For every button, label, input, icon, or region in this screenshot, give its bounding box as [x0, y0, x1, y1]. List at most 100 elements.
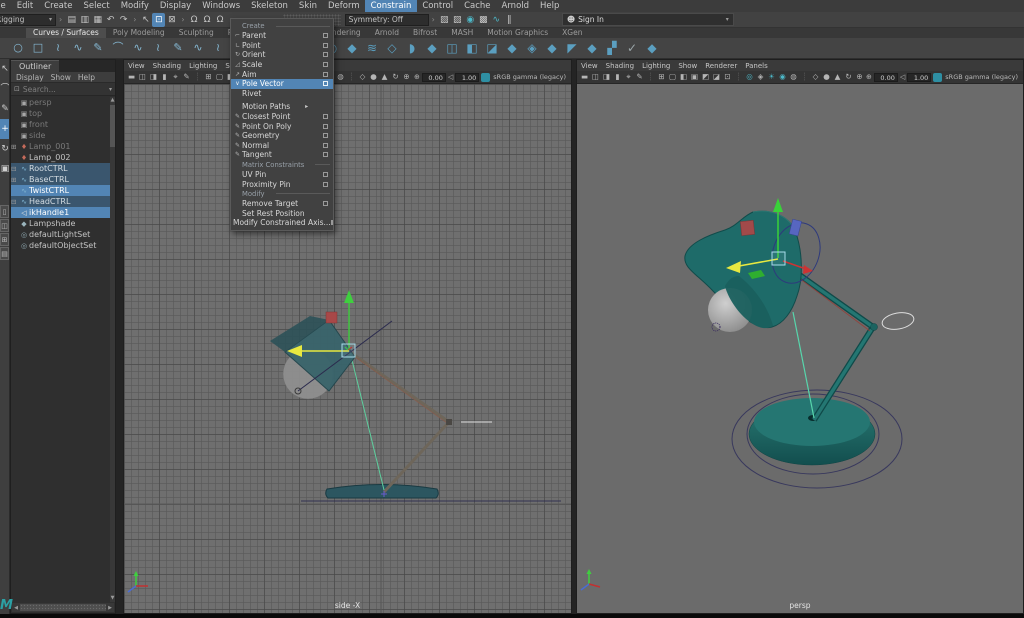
multisample-aa-icon[interactable]: ●	[368, 72, 379, 82]
arc-tool-icon[interactable]: ⌒	[108, 38, 128, 58]
depth-of-field-icon[interactable]: ▲	[379, 72, 390, 82]
option-box[interactable]	[323, 182, 328, 187]
trim-icon[interactable]: ◤	[562, 38, 582, 58]
constrain-menu-item[interactable]: ✎ Tangent	[231, 150, 333, 160]
exposure-field[interactable]: 0.00	[874, 73, 898, 82]
constrain-menu-item[interactable]: Set Rest Position	[231, 209, 333, 219]
constrain-menu-item[interactable]: ✎ Geometry	[231, 131, 333, 141]
lamp-arm[interactable]	[350, 352, 452, 492]
nurbs-plane-icon[interactable]: ≋	[362, 38, 382, 58]
viewport-menu-item[interactable]: Shading	[153, 62, 181, 70]
option-box[interactable]	[323, 104, 328, 109]
2d-pan-zoom-icon[interactable]: ✎	[634, 72, 645, 82]
constrain-menu-item[interactable]: ✎ Point On Poly	[231, 121, 333, 131]
viewport-canvas-persp[interactable]	[577, 84, 1023, 613]
pause-icon[interactable]: ‖	[503, 13, 516, 27]
save-scene-icon[interactable]: ▦	[91, 13, 104, 27]
option-box[interactable]	[323, 201, 328, 206]
grid-toggle-icon[interactable]: ⊞	[203, 72, 214, 82]
snap-to-grid-icon[interactable]: Ω	[188, 13, 201, 27]
option-box[interactable]	[323, 43, 328, 48]
constrain-menu-item[interactable]: ∟ Point	[231, 41, 333, 51]
shelf-tab[interactable]: Motion Graphics	[480, 28, 555, 38]
image-plane-icon[interactable]: ⌖	[170, 72, 181, 82]
option-box[interactable]	[323, 33, 328, 38]
film-gate-icon[interactable]: ▢	[667, 72, 678, 82]
move-tool-icon[interactable]: +	[0, 119, 10, 139]
bookmark-icon[interactable]: ▮	[159, 72, 170, 82]
viewport-menu-item[interactable]: Show	[678, 62, 697, 70]
option-box[interactable]	[323, 152, 328, 157]
lasso-tool-icon[interactable]: ⌒	[0, 79, 10, 99]
open-scene-icon[interactable]: ▥	[78, 13, 91, 27]
shelf-tab[interactable]: Sculpting	[172, 28, 221, 38]
constrain-menu-item[interactable]: Proximity Pin	[231, 179, 333, 189]
outliner-tab[interactable]: Outliner	[11, 60, 59, 72]
select-by-object-icon[interactable]: ⊡	[152, 13, 165, 27]
color-managed-icon[interactable]	[481, 73, 490, 82]
gamma-field[interactable]: 1.00	[907, 73, 931, 82]
intersect-icon[interactable]: ▞	[602, 38, 622, 58]
constrain-menu-item[interactable]: Remove Target	[231, 199, 333, 209]
option-box[interactable]	[323, 133, 328, 138]
shelf-tab[interactable]: MASH	[444, 28, 480, 38]
film-gate-icon[interactable]: ▢	[214, 72, 225, 82]
scale-tool-icon[interactable]: ▣	[0, 159, 10, 179]
option-box[interactable]	[323, 124, 328, 129]
manipulator-y-axis[interactable]	[773, 198, 783, 212]
option-box[interactable]	[323, 211, 328, 216]
field-chart-icon[interactable]: ◩	[700, 72, 711, 82]
menubar-item[interactable]: Edit	[11, 0, 38, 12]
render-current-frame-icon[interactable]: ◉	[464, 13, 477, 27]
menubar-item[interactable]: Windows	[197, 0, 246, 12]
constrain-menu-item[interactable]: ✎ Normal	[231, 141, 333, 151]
viewport-menu-item[interactable]: Lighting	[189, 62, 217, 70]
option-box[interactable]	[323, 52, 328, 57]
outliner-row[interactable]: ⊟ ∿ RootCTRL	[11, 163, 110, 174]
gamma-icon[interactable]: ◁	[448, 73, 453, 81]
loft-icon[interactable]: ◆	[422, 38, 442, 58]
option-box[interactable]	[323, 143, 328, 148]
construction-history-icon[interactable]: ▧	[438, 13, 451, 27]
outliner-vertical-scrollbar[interactable]: ▲ ▼	[110, 97, 115, 602]
menubar-item[interactable]: Select	[78, 0, 115, 12]
project-curve-icon[interactable]: ✓	[622, 38, 642, 58]
shelf-tab[interactable]: XGen	[555, 28, 589, 38]
outliner-menu-item[interactable]: Help	[78, 73, 95, 82]
gear-icon[interactable]: ⊕	[414, 73, 420, 81]
menubar-item[interactable]: Create	[39, 0, 78, 12]
menubar-item[interactable]: Skeleton	[246, 0, 294, 12]
shelf-tab[interactable]: Curves / Surfaces	[26, 28, 106, 38]
layout-four-pane-icon[interactable]: ⊞	[0, 233, 9, 246]
option-box[interactable]	[323, 81, 328, 86]
render-settings-icon[interactable]: ▨	[451, 13, 464, 27]
ep-curve-icon[interactable]: ∿	[68, 38, 88, 58]
camera-attributes-icon[interactable]: ◨	[148, 72, 159, 82]
scroll-up-icon[interactable]: ▲	[110, 97, 115, 104]
safe-title-icon[interactable]: ⊡	[722, 72, 733, 82]
motion-blur-icon[interactable]: ◇	[810, 72, 821, 82]
toolbar-separator[interactable]: ┊	[645, 72, 656, 82]
shadows-toggle-icon[interactable]: ◉	[777, 72, 788, 82]
constrain-menu-item[interactable]: ↻ Orient	[231, 50, 333, 60]
multisample-aa-icon[interactable]: ●	[821, 72, 832, 82]
layout-single-icon[interactable]: ▯	[0, 205, 9, 218]
snap-to-point-icon[interactable]: Ω	[214, 13, 227, 27]
constrain-menu-item[interactable]: Matrix Constraints	[231, 160, 333, 170]
scrollbar-thumb[interactable]	[110, 105, 115, 147]
outliner-row[interactable]: ♦ Lamp_002	[11, 152, 110, 163]
selection-handle[interactable]	[326, 312, 337, 323]
nurbs-cube-icon[interactable]: ◆	[342, 38, 362, 58]
image-plane-icon[interactable]: ⌖	[623, 72, 634, 82]
animation-prefs-icon[interactable]: ∿	[490, 13, 503, 27]
paint-select-tool-icon[interactable]: ✎	[0, 99, 10, 119]
option-box[interactable]	[323, 72, 328, 77]
snap-to-curve-icon[interactable]: Ω	[201, 13, 214, 27]
2d-pan-zoom-icon[interactable]: ✎	[181, 72, 192, 82]
camera-attributes-icon[interactable]: ◨	[601, 72, 612, 82]
curve-icon[interactable]: ≀	[148, 38, 168, 58]
pencil-icon[interactable]: ✎	[168, 38, 188, 58]
outliner-row[interactable]: ⊞ ♦ Lamp_001	[11, 141, 110, 152]
viewport-menu-item[interactable]: Lighting	[642, 62, 670, 70]
new-scene-icon[interactable]: ▤	[65, 13, 78, 27]
